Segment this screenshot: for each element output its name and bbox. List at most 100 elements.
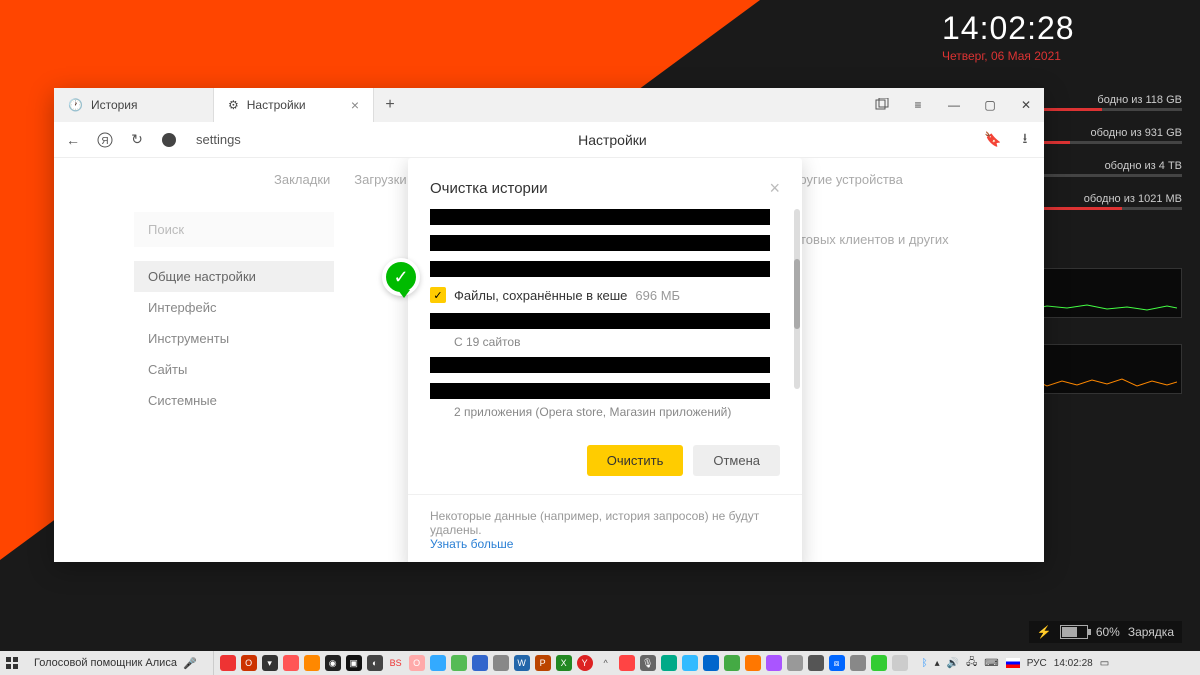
- sidebar-item-interface[interactable]: Интерфейс: [134, 292, 334, 323]
- sidebar-item-sites[interactable]: Сайты: [134, 354, 334, 385]
- tab-history[interactable]: 🕐 История: [54, 88, 214, 122]
- tray-icon[interactable]: [808, 655, 824, 671]
- tray-icon[interactable]: P: [535, 655, 551, 671]
- clock-widget: 14:02:28 Четверг, 06 Мая 2021: [942, 10, 1182, 63]
- check-size: 696 МБ: [635, 288, 680, 303]
- mic-icon[interactable]: 🎤: [183, 657, 197, 670]
- tray-icon[interactable]: [724, 655, 740, 671]
- redacted-row: [430, 209, 770, 225]
- apps-count-text: 2 приложения (Opera store, Магазин прило…: [454, 405, 770, 419]
- search-input[interactable]: Поиск: [134, 212, 334, 247]
- toolbar: ← Я ↻ settings Настройки 🔖 ⭳: [54, 122, 1044, 158]
- tray-icon[interactable]: [892, 655, 908, 671]
- tray-icon[interactable]: [871, 655, 887, 671]
- tray-icon[interactable]: ⧈: [829, 655, 845, 671]
- bookmark-icon[interactable]: 🔖: [984, 131, 1002, 149]
- tray-icon[interactable]: [703, 655, 719, 671]
- tray-icon[interactable]: ◐: [367, 655, 383, 671]
- taskbar-clock[interactable]: 14:02:28: [1054, 658, 1093, 669]
- tray-icon[interactable]: [220, 655, 236, 671]
- cache-files-checkbox-row[interactable]: ✓ Файлы, сохранённые в кеше 696 МБ: [430, 287, 770, 303]
- tray-icon[interactable]: [787, 655, 803, 671]
- clock-time: 14:02:28: [942, 10, 1182, 47]
- language-indicator[interactable]: РУС: [1027, 658, 1047, 669]
- background-text: товых клиентов и других: [800, 232, 1000, 247]
- tray-icon[interactable]: ^: [598, 655, 614, 671]
- menu-icon[interactable]: ≡: [900, 88, 936, 122]
- nav-other-devices[interactable]: Другие устройства: [791, 172, 903, 187]
- new-tab-button[interactable]: +: [374, 88, 406, 122]
- tray-icon[interactable]: [682, 655, 698, 671]
- tab-overview-icon[interactable]: [864, 88, 900, 122]
- minimize-button[interactable]: —: [936, 88, 972, 122]
- site-icon: [160, 131, 178, 149]
- tray-icon[interactable]: [283, 655, 299, 671]
- redacted-row: [430, 313, 770, 329]
- keyboard-icon[interactable]: ⌨: [984, 658, 998, 669]
- close-icon[interactable]: ×: [351, 97, 359, 113]
- battery-widget: ⚡ 60% Зарядка: [1029, 621, 1182, 643]
- page-title: Настройки: [255, 132, 970, 148]
- tray-icon[interactable]: Y: [577, 655, 593, 671]
- battery-icon: [1060, 625, 1088, 639]
- content-area: Закладки Загрузки Другие устройства Поис…: [54, 158, 1044, 562]
- scrollbar[interactable]: [794, 209, 800, 389]
- dialog-close-button[interactable]: ×: [769, 178, 780, 199]
- address-bar[interactable]: settings: [196, 132, 241, 147]
- tray-icon[interactable]: [745, 655, 761, 671]
- tray-icon[interactable]: [619, 655, 635, 671]
- check-label: Файлы, сохранённые в кеше: [454, 288, 627, 303]
- reload-button[interactable]: ↻: [128, 131, 146, 149]
- plug-icon: ⚡: [1037, 625, 1052, 639]
- tab-label: История: [91, 98, 138, 112]
- back-button[interactable]: ←: [64, 131, 82, 149]
- tray-icon[interactable]: ▣: [346, 655, 362, 671]
- tray-icon[interactable]: [493, 655, 509, 671]
- tab-settings[interactable]: ⚙ Настройки ×: [214, 88, 374, 122]
- sidebar-item-system[interactable]: Системные: [134, 385, 334, 416]
- yandex-icon[interactable]: Я: [96, 131, 114, 149]
- learn-more-link[interactable]: Узнать больше: [430, 537, 513, 551]
- clear-history-dialog: ✓ Очистка истории × ✓ Файлы, сохранённые…: [408, 158, 802, 562]
- svg-text:Я: Я: [101, 136, 108, 147]
- action-center-icon[interactable]: ▭: [1100, 658, 1109, 669]
- flag-icon[interactable]: [1006, 658, 1020, 668]
- bluetooth-icon[interactable]: ᛒ: [922, 658, 928, 669]
- clock-icon: 🕐: [68, 98, 83, 112]
- sidebar-item-general[interactable]: Общие настройки: [134, 261, 334, 292]
- tray-icon[interactable]: BS: [388, 655, 404, 671]
- tray-icons: O ▾ ◉ ▣ ◐ BS O W P X Y ^ 🎙 ⧈: [214, 655, 914, 671]
- tray-icon[interactable]: O: [241, 655, 257, 671]
- nav-bookmarks[interactable]: Закладки: [274, 172, 330, 187]
- tray-icon[interactable]: ▾: [262, 655, 278, 671]
- redacted-row: [430, 235, 770, 251]
- tray-icon[interactable]: W: [514, 655, 530, 671]
- tray-icon[interactable]: [850, 655, 866, 671]
- taskbar-app-alice[interactable]: Голосовой помощник Алиса 🎤: [24, 651, 214, 675]
- tray-icon[interactable]: [661, 655, 677, 671]
- tray-icon[interactable]: X: [556, 655, 572, 671]
- titlebar: 🕐 История ⚙ Настройки × + ≡ — ▢ ✕: [54, 88, 1044, 122]
- redacted-row: [430, 261, 770, 277]
- tray-icon[interactable]: [304, 655, 320, 671]
- clear-button[interactable]: Очистить: [587, 445, 684, 476]
- tray-icon[interactable]: [766, 655, 782, 671]
- close-button[interactable]: ✕: [1008, 88, 1044, 122]
- tray-icon[interactable]: [472, 655, 488, 671]
- tray-icon[interactable]: O: [409, 655, 425, 671]
- checkbox-checked-icon[interactable]: ✓: [430, 287, 446, 303]
- volume-icon[interactable]: 🔊: [947, 658, 959, 669]
- maximize-button[interactable]: ▢: [972, 88, 1008, 122]
- start-button[interactable]: [0, 651, 24, 675]
- up-icon[interactable]: ▴: [935, 658, 940, 669]
- tray-icon[interactable]: ◉: [325, 655, 341, 671]
- nav-downloads[interactable]: Загрузки: [354, 172, 406, 187]
- cancel-button[interactable]: Отмена: [693, 445, 780, 476]
- network-icon[interactable]: 🖧: [966, 655, 977, 672]
- tray-icon[interactable]: [430, 655, 446, 671]
- download-icon[interactable]: ⭳: [1016, 131, 1034, 149]
- taskbar[interactable]: Голосовой помощник Алиса 🎤 O ▾ ◉ ▣ ◐ BS …: [0, 651, 1200, 675]
- sidebar-item-tools[interactable]: Инструменты: [134, 323, 334, 354]
- tray-icon[interactable]: [451, 655, 467, 671]
- tray-icon[interactable]: 🎙: [640, 655, 656, 671]
